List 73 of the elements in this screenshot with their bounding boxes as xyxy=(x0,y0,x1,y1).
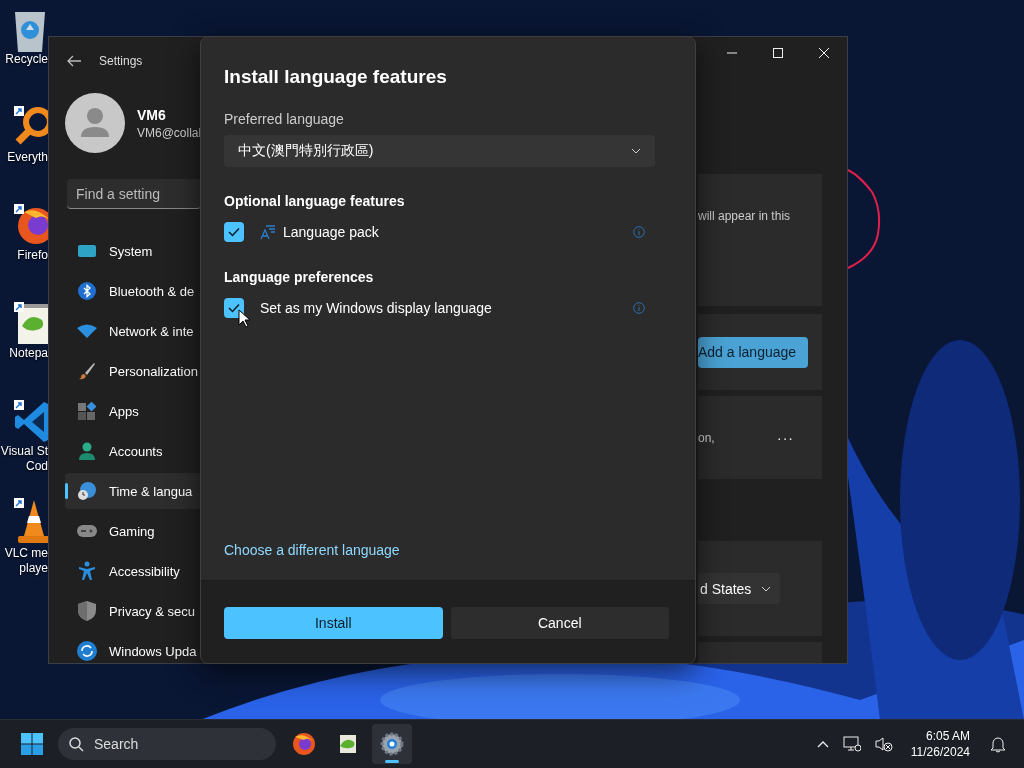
update-icon xyxy=(77,641,97,661)
choose-language-link[interactable]: Choose a different language xyxy=(224,542,400,558)
desktop-icon-label: Notepa xyxy=(9,346,48,361)
search-icon xyxy=(68,736,84,752)
description-text: will appear in this xyxy=(698,209,791,223)
nav-item[interactable]: System xyxy=(65,233,201,269)
desktop-icon-label: Cod xyxy=(26,459,48,474)
section-heading: Language preferences xyxy=(224,269,375,285)
nav-item[interactable]: Accounts xyxy=(65,433,201,469)
clock-date[interactable]: 11/26/2024 xyxy=(910,744,970,760)
region-dropdown[interactable]: d States xyxy=(698,573,780,604)
nav-item[interactable]: Gaming xyxy=(65,513,201,549)
nav-item[interactable]: Apps xyxy=(65,393,201,429)
language-text: on, xyxy=(698,430,715,445)
checkbox-label: Set as my Windows display language xyxy=(260,300,492,316)
wifi-icon xyxy=(77,324,97,338)
desktop-icon-label: Firefo xyxy=(17,248,48,263)
cancel-button[interactable]: Cancel xyxy=(450,607,669,639)
checkbox[interactable] xyxy=(224,222,244,242)
desktop-icon-label: Recycle xyxy=(5,52,48,67)
monitor-icon xyxy=(78,244,96,258)
desktop-icon-label: Visual St xyxy=(0,444,48,459)
firefox-icon xyxy=(292,732,316,756)
bluetooth-icon xyxy=(78,282,96,300)
more-button[interactable]: ··· xyxy=(777,429,794,446)
clock-time[interactable]: 6:05 AM xyxy=(925,728,970,744)
taskbar-search[interactable]: Search xyxy=(58,728,276,760)
muted-speaker-icon[interactable] xyxy=(874,736,893,752)
check-icon xyxy=(228,227,240,237)
check-icon xyxy=(228,303,240,313)
cursor-icon xyxy=(238,309,250,328)
field-label: Preferred language xyxy=(224,111,345,127)
nav-item[interactable]: Accessibility xyxy=(65,553,201,589)
dialog-title: Install language features xyxy=(224,65,448,89)
chevron-down-icon xyxy=(761,585,772,592)
shield-icon xyxy=(78,601,96,621)
language-dropdown[interactable]: 中文(澳門特別行政區) xyxy=(224,135,655,167)
window-title: Settings xyxy=(99,54,143,68)
back-arrow-icon[interactable] xyxy=(66,53,82,69)
nav-item[interactable]: Personalization xyxy=(65,353,201,389)
chevron-down-icon xyxy=(631,148,641,154)
desktop-icon-label: Everyth xyxy=(7,150,48,165)
desktop-icon-label: VLC me xyxy=(4,546,48,561)
section-heading: Optional language features xyxy=(224,193,406,209)
close-icon[interactable] xyxy=(818,47,830,59)
user-email: VM6@collal xyxy=(137,125,202,140)
network-icon[interactable] xyxy=(842,736,861,752)
nav-item[interactable]: Bluetooth & de xyxy=(65,273,201,309)
controller-icon xyxy=(77,524,97,538)
chevron-up-icon[interactable] xyxy=(816,740,829,748)
person-icon xyxy=(78,442,96,460)
accessibility-icon xyxy=(78,561,96,581)
gear-icon xyxy=(380,732,404,756)
checkbox-label: Language pack xyxy=(283,224,379,240)
bell-icon[interactable] xyxy=(990,735,1006,753)
nav-item[interactable]: Windows Upda xyxy=(65,633,201,669)
add-language-button[interactable]: Add a language xyxy=(698,336,808,368)
apps-icon xyxy=(78,402,96,420)
search-field[interactable]: Find a setting xyxy=(67,179,201,209)
maximize-icon[interactable] xyxy=(772,47,784,59)
nav-item[interactable]: Time & langua xyxy=(65,473,201,509)
globe-clock-icon xyxy=(77,481,97,501)
start-icon[interactable] xyxy=(20,732,44,756)
notepad-shortcut-icon[interactable] xyxy=(14,302,48,346)
avatar-icon xyxy=(65,93,125,153)
nav-item[interactable]: Privacy & secu xyxy=(65,593,201,629)
install-button[interactable]: Install xyxy=(224,607,443,639)
brush-icon xyxy=(78,362,96,380)
taskbar-app[interactable] xyxy=(372,724,412,764)
nav-item[interactable]: Network & inte xyxy=(65,313,201,349)
desktop-icon-label: playe xyxy=(19,561,48,576)
user-name: VM6 xyxy=(137,106,167,123)
language-icon xyxy=(260,224,276,240)
